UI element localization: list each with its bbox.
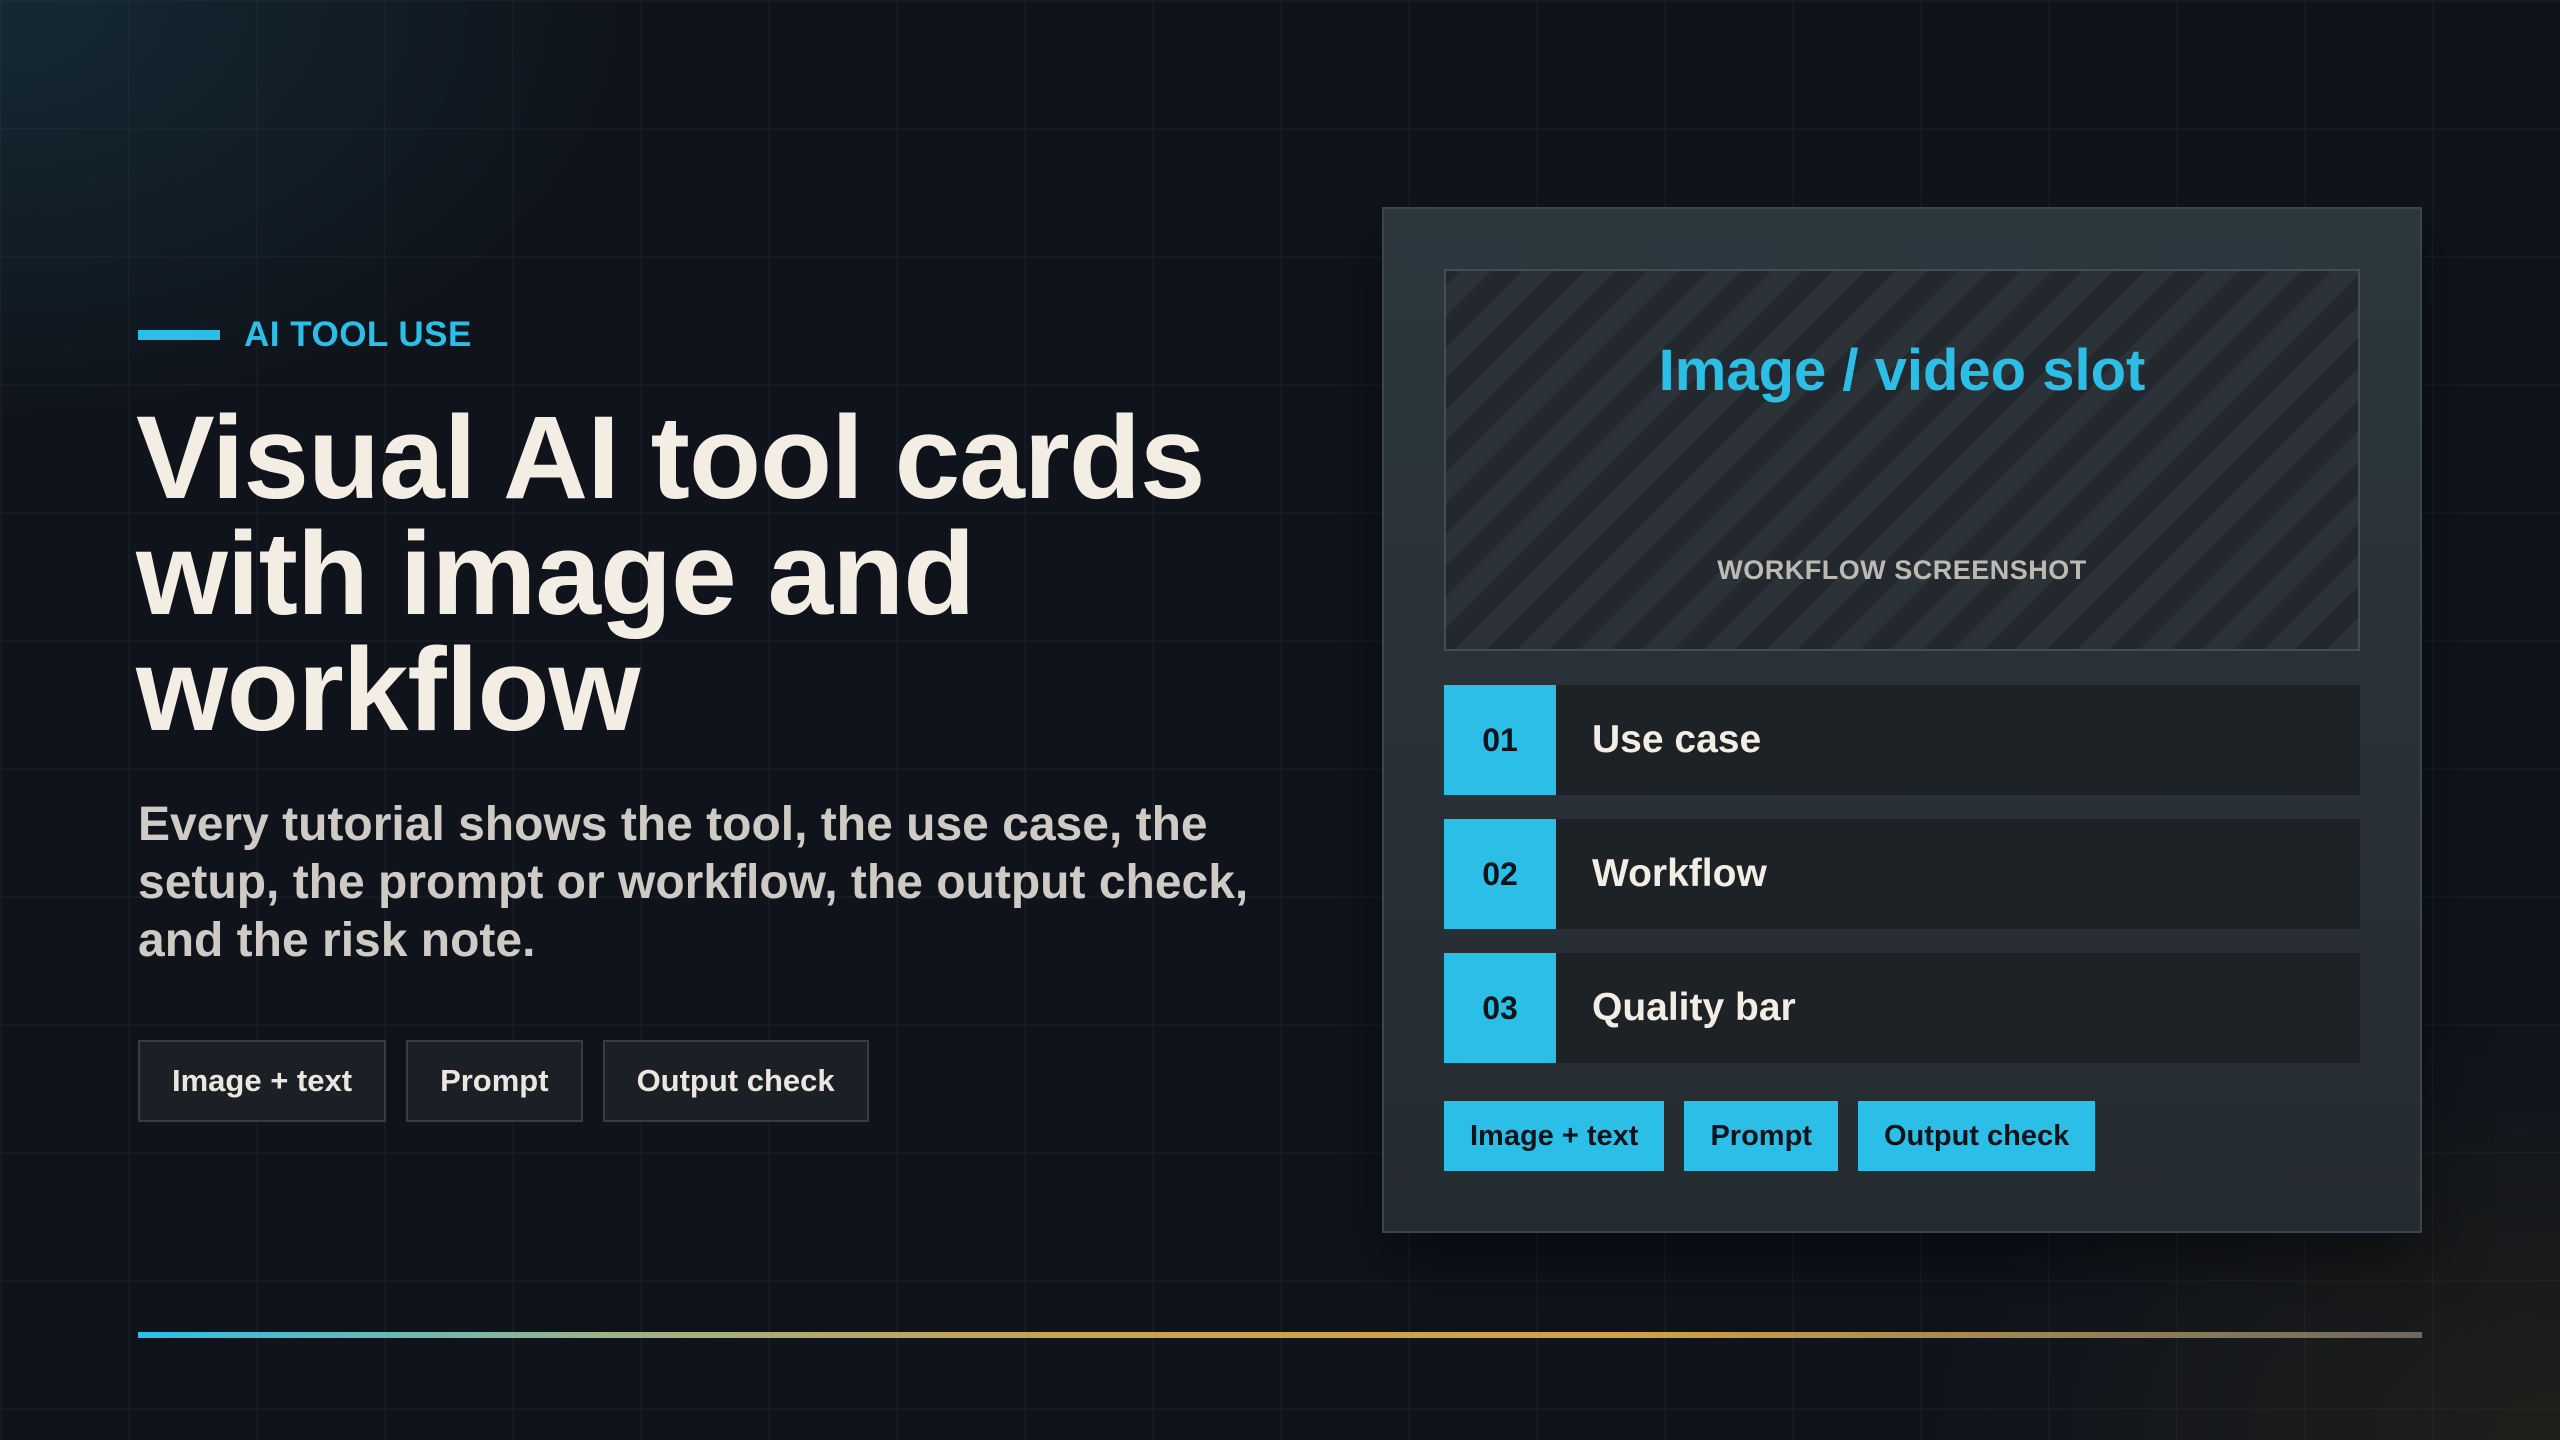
eyebrow-label: AI TOOL USE xyxy=(244,315,472,354)
step-label: Use case xyxy=(1592,718,1762,761)
eyebrow: AI TOOL USE xyxy=(138,315,472,354)
step-item: 02 Workflow xyxy=(1444,819,2360,929)
card-tag-prompt[interactable]: Prompt xyxy=(1684,1101,1838,1171)
tool-card: Image / video slot WORKFLOW SCREENSHOT 0… xyxy=(1382,207,2422,1233)
tag-output-check[interactable]: Output check xyxy=(602,1040,869,1122)
page-description: Every tutorial shows the tool, the use c… xyxy=(138,798,1249,967)
page-title: Visual AI tool cards with image and work… xyxy=(136,392,1206,756)
eyebrow-accent-bar xyxy=(138,330,220,340)
media-slot-title: Image / video slot xyxy=(1658,338,2146,403)
card-tag-list: Image + text Prompt Output check xyxy=(1444,1101,2115,1171)
step-label: Quality bar xyxy=(1592,986,1796,1029)
step-list: 01 Use case 02 Workflow 03 Quality bar xyxy=(1444,685,2360,1087)
step-item: 03 Quality bar xyxy=(1444,953,2360,1063)
card-tag-image-text[interactable]: Image + text xyxy=(1444,1101,1665,1171)
media-slot[interactable]: Image / video slot WORKFLOW SCREENSHOT xyxy=(1444,269,2360,651)
tag-prompt[interactable]: Prompt xyxy=(406,1040,583,1122)
gradient-divider xyxy=(138,1332,2422,1338)
tag-image-text[interactable]: Image + text xyxy=(138,1040,387,1122)
step-number: 03 xyxy=(1444,953,1556,1063)
hero-tag-list: Image + text Prompt Output check xyxy=(138,1040,889,1122)
media-slot-caption: WORKFLOW SCREENSHOT xyxy=(1717,555,2087,585)
step-number: 02 xyxy=(1444,819,1556,929)
step-label: Workflow xyxy=(1592,852,1767,895)
card-tag-output-check[interactable]: Output check xyxy=(1857,1101,2096,1171)
step-number: 01 xyxy=(1444,685,1556,795)
step-item: 01 Use case xyxy=(1444,685,2360,795)
